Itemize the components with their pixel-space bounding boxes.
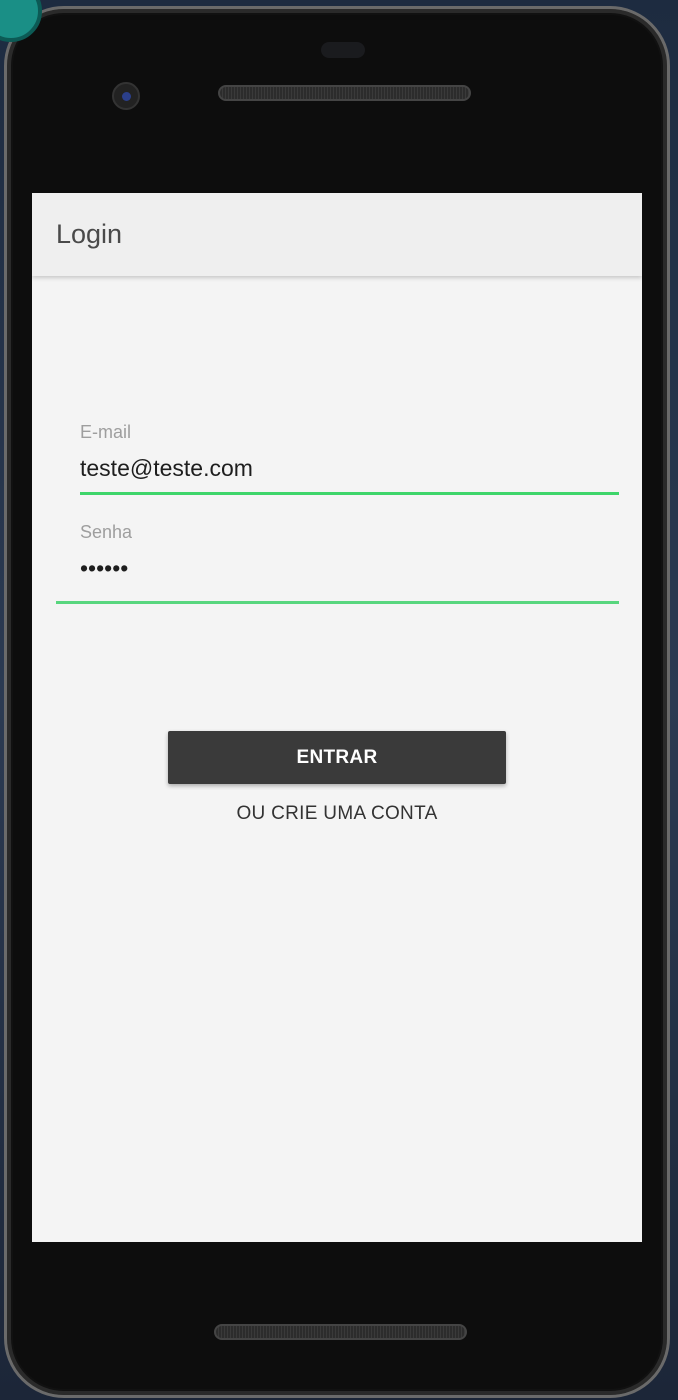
app-bar: Login [32, 193, 642, 276]
bottom-speaker [214, 1324, 467, 1340]
password-label: Senha [80, 522, 133, 542]
password-input[interactable]: •••••• [80, 555, 619, 582]
sensor [321, 42, 365, 58]
camera-icon [112, 82, 140, 110]
password-field[interactable]: Senha •••••• [80, 522, 619, 582]
login-button[interactable]: ENTRAR [168, 731, 506, 784]
email-input[interactable]: teste@teste.com [80, 455, 619, 482]
create-account-link[interactable]: OU CRIE UMA CONTA [32, 803, 642, 825]
page-title: Login [56, 219, 123, 249]
app-screen: Login E-mail teste@teste.com Senha •••••… [32, 193, 642, 1242]
top-speaker [218, 85, 471, 101]
email-underline [80, 492, 619, 495]
email-field[interactable]: E-mail teste@teste.com [80, 422, 619, 495]
password-underline [56, 601, 619, 604]
email-label: E-mail [80, 422, 132, 442]
